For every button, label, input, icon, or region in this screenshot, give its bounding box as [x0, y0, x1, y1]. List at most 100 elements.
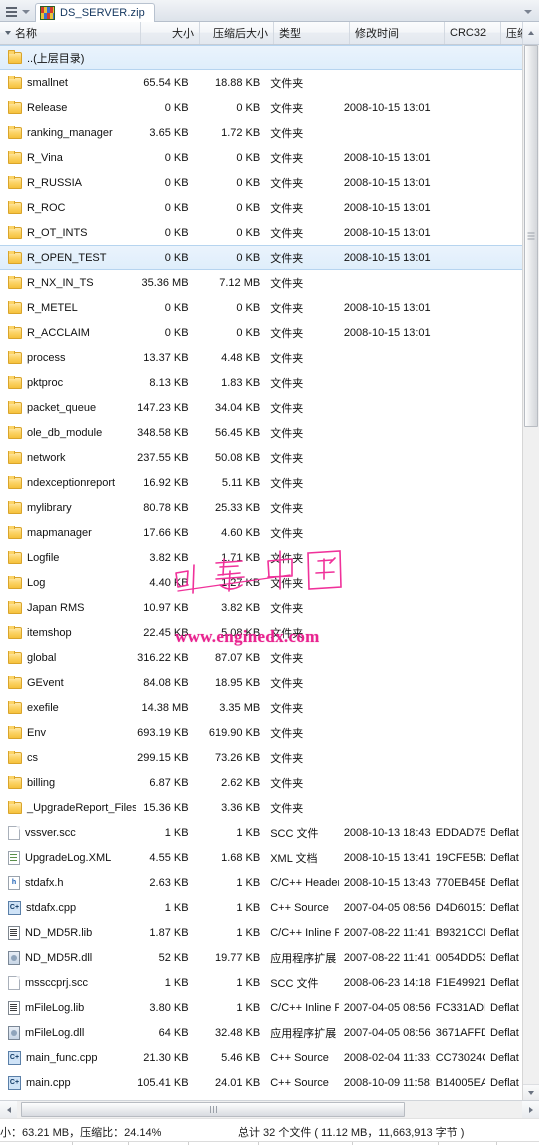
vertical-scroll-down-button[interactable] — [523, 1084, 539, 1100]
cell-size: 10.97 KB — [143, 601, 189, 614]
file-list-row[interactable]: C+ stdafx.cpp 1 KB 1 KB C++ Source 2007-04-05… — [0, 895, 522, 920]
file-list-row[interactable]: R_ROC 0 KB 0 KB 文件夹 2008-10-15 13:01:... — [0, 195, 522, 220]
column-header-size[interactable]: 大小 — [141, 22, 200, 44]
file-list-row[interactable]: pktproc 8.13 KB 1.83 KB 文件夹 — [0, 370, 522, 395]
file-list-row[interactable]: ND_MD5R.dll 52 KB 19.77 KB 应用程序扩展 2007-08-22… — [0, 945, 522, 970]
file-list-row[interactable]: mssccprj.scc 1 KB 1 KB SCC 文件 2008-06-23 14:… — [0, 970, 522, 995]
file-list-row[interactable]: UpgradeLog.XML 4.55 KB 1.68 KB XML 文档 2008-1… — [0, 845, 522, 870]
file-list-row[interactable]: exefile 14.38 MB 3.35 MB 文件夹 — [0, 695, 522, 720]
cell-crc32: B14005EA — [435, 1076, 486, 1089]
file-list[interactable]: ..(上层目录) smallnet 65.54 KB 18.88 KB 文件夹 Relea… — [0, 45, 522, 1100]
cell-type: 文件夹 — [270, 77, 304, 90]
folder-icon — [8, 701, 22, 714]
column-header-name[interactable]: 名称 — [0, 22, 141, 44]
cell-size: 237.55 KB — [137, 451, 189, 464]
cell-packed-size: 19.77 KB — [214, 951, 261, 964]
cell-packed-size: 1 KB — [236, 976, 261, 989]
cell-name: Release — [0, 101, 136, 114]
file-list-row[interactable]: ole_db_module 348.58 KB 56.45 KB 文件夹 — [0, 420, 522, 445]
column-header-type-label: 类型 — [279, 28, 301, 40]
xml-file-icon — [8, 850, 20, 865]
horizontal-scroll-left-button[interactable] — [0, 1101, 17, 1118]
file-list-row[interactable]: R_RUSSIA 0 KB 0 KB 文件夹 2008-10-15 13:01:... — [0, 170, 522, 195]
cell-packed-size: 18.88 KB — [214, 76, 261, 89]
file-list-row[interactable]: itemshop 22.45 KB 5.08 KB 文件夹 — [0, 620, 522, 645]
file-list-row[interactable]: ND_MD5R.lib 1.87 KB 1 KB C/C++ Inline File 2… — [0, 920, 522, 945]
horizontal-scrollbar-thumb[interactable] — [21, 1102, 405, 1117]
file-list-row[interactable]: mapmanager 17.66 KB 4.60 KB 文件夹 — [0, 520, 522, 545]
file-list-row[interactable]: h stdafx.h 2.63 KB 1 KB C/C++ Header 2008-10-… — [0, 870, 522, 895]
vertical-scrollbar-thumb[interactable] — [524, 45, 538, 427]
file-name-label: _UpgradeReport_Files — [27, 801, 137, 814]
file-list-row[interactable]: Env 693.19 KB 619.90 KB 文件夹 — [0, 720, 522, 745]
file-list-row[interactable]: vssver.scc 1 KB 1 KB SCC 文件 2008-10-13 18:43… — [0, 820, 522, 845]
title-bar: DS_SERVER.zip — [0, 0, 539, 22]
file-list-row[interactable]: mFileLog.dll 64 KB 32.48 KB 应用程序扩展 2007-04-0… — [0, 1020, 522, 1045]
column-header-crc32[interactable]: CRC32 — [445, 22, 501, 44]
horizontal-scrollbar-track[interactable] — [17, 1101, 522, 1118]
generic-file-icon — [8, 825, 20, 840]
file-list-row[interactable]: R_METEL 0 KB 0 KB 文件夹 2008-10-15 13:01:... — [0, 295, 522, 320]
generic-file-icon — [8, 975, 20, 990]
header-file-icon: h — [8, 875, 20, 890]
cell-size: 1.87 KB — [149, 926, 189, 939]
cell-packed-size: 0 KB — [236, 301, 261, 314]
vertical-scrollbar[interactable] — [522, 45, 539, 1100]
file-list-row[interactable]: packet_queue 147.23 KB 34.04 KB 文件夹 — [0, 395, 522, 420]
cell-packed-size: 0 KB — [236, 176, 261, 189]
cell-size: 0 KB — [164, 101, 189, 114]
cell-packed-size: 24.01 KB — [214, 1076, 261, 1089]
file-list-row[interactable]: network 237.55 KB 50.08 KB 文件夹 — [0, 445, 522, 470]
file-list-row[interactable]: R_OT_INTS 0 KB 0 KB 文件夹 2008-10-15 13:01:... — [0, 220, 522, 245]
file-list-row[interactable]: ranking_manager 3.65 KB 1.72 KB 文件夹 — [0, 120, 522, 145]
cell-size: 0 KB — [164, 326, 189, 339]
cell-name: R_OT_INTS — [0, 226, 136, 239]
folder-icon — [8, 451, 22, 464]
dll-file-icon — [8, 1025, 20, 1040]
cell-modified: 2008-06-23 14:18:... — [343, 976, 431, 989]
cell-method: Deflat — [490, 951, 519, 964]
file-list-row[interactable]: R_Vina 0 KB 0 KB 文件夹 2008-10-15 13:01:... — [0, 145, 522, 170]
file-list-row[interactable]: process 13.37 KB 4.48 KB 文件夹 — [0, 345, 522, 370]
file-list-row[interactable]: _UpgradeReport_Files 15.36 KB 3.36 KB 文件夹 — [0, 795, 522, 820]
cell-packed-size: 87.07 KB — [214, 651, 261, 664]
file-list-row[interactable]: C+ main.cpp 105.41 KB 24.01 KB C++ Source 200… — [0, 1070, 522, 1095]
column-header-modified[interactable]: 修改时间 — [350, 22, 445, 44]
chevron-down-icon[interactable] — [19, 3, 33, 21]
cell-type: 文件夹 — [270, 202, 304, 215]
file-list-row[interactable]: R_OPEN_TEST 0 KB 0 KB 文件夹 2008-10-15 13:01:.… — [0, 245, 522, 270]
file-list-row[interactable]: C+ main_func.cpp 21.30 KB 5.46 KB C++ Source… — [0, 1045, 522, 1070]
chevron-up-icon — [528, 31, 534, 35]
file-list-row[interactable]: R_NX_IN_TS 35.36 MB 7.12 MB 文件夹 — [0, 270, 522, 295]
tab-overflow-chevron-down-icon[interactable] — [522, 6, 534, 18]
column-header-scroll-cap[interactable] — [522, 22, 539, 44]
file-list-row[interactable]: smallnet 65.54 KB 18.88 KB 文件夹 — [0, 70, 522, 95]
file-list-row[interactable]: Release 0 KB 0 KB 文件夹 2008-10-15 13:01:... — [0, 95, 522, 120]
file-list-row[interactable]: global 316.22 KB 87.07 KB 文件夹 — [0, 645, 522, 670]
file-list-row[interactable]: cs 299.15 KB 73.26 KB 文件夹 — [0, 745, 522, 770]
cell-modified: 2008-10-15 13:01:... — [343, 226, 431, 239]
file-name-label: main.cpp — [26, 1076, 71, 1089]
file-list-row[interactable]: mylibrary 80.78 KB 25.33 KB 文件夹 — [0, 495, 522, 520]
column-header-packed-size[interactable]: 压缩后大小 — [200, 22, 274, 44]
cell-type: 文件夹 — [270, 502, 304, 515]
horizontal-scroll-right-button[interactable] — [522, 1101, 539, 1118]
file-list-row[interactable]: mFileLog.lib 3.80 KB 1 KB C/C++ Inline File… — [0, 995, 522, 1020]
cell-name: itemshop — [0, 626, 136, 639]
file-list-row[interactable]: R_ACCLAIM 0 KB 0 KB 文件夹 2008-10-15 13:01:... — [0, 320, 522, 345]
file-name-label: network — [27, 451, 66, 464]
file-list-row[interactable]: Logfile 3.82 KB 1.71 KB 文件夹 — [0, 545, 522, 570]
archive-tab[interactable]: DS_SERVER.zip — [35, 3, 155, 22]
file-list-row[interactable]: Log 4.40 KB 1.27 KB 文件夹 — [0, 570, 522, 595]
horizontal-scrollbar[interactable] — [0, 1100, 539, 1118]
hamburger-menu-icon[interactable] — [3, 3, 19, 21]
file-list-row[interactable]: ndexceptionreport 16.92 KB 5.11 KB 文件夹 — [0, 470, 522, 495]
cell-name: mFileLog.dll — [0, 1025, 136, 1040]
folder-icon — [8, 526, 22, 539]
file-list-row[interactable]: billing 6.87 KB 2.62 KB 文件夹 — [0, 770, 522, 795]
folder-icon — [8, 126, 22, 139]
file-list-row[interactable]: GEvent 84.08 KB 18.95 KB 文件夹 — [0, 670, 522, 695]
column-header-type[interactable]: 类型 — [274, 22, 350, 44]
file-list-row[interactable]: ..(上层目录) — [0, 45, 522, 70]
file-list-row[interactable]: Japan RMS 10.97 KB 3.82 KB 文件夹 — [0, 595, 522, 620]
